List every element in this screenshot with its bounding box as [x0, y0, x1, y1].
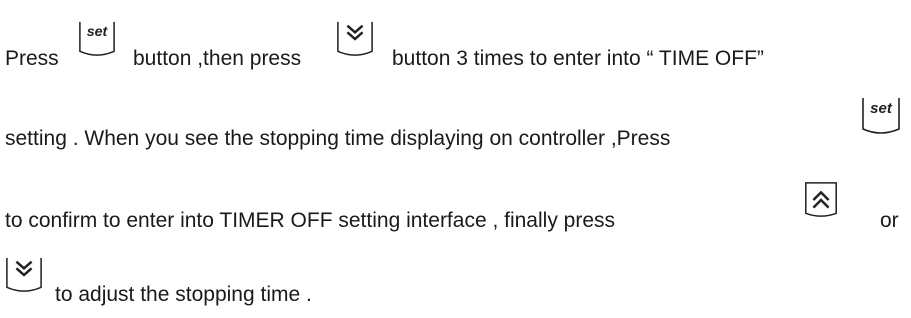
double-chevron-down-key-icon: [4, 256, 44, 294]
text-to-confirm: to confirm to enter into TIMER OFF setti…: [5, 209, 616, 232]
set-key-label: set: [870, 100, 893, 117]
set-key-icon: set: [861, 96, 901, 136]
text-press: Press: [5, 47, 59, 70]
text-button-3-times: button 3 times to enter into “ TIME OFF”: [392, 47, 764, 70]
text-setting-when: setting . When you see the stopping time…: [5, 127, 671, 150]
double-chevron-up-key-icon: [801, 181, 841, 219]
text-button-then-press: button ,then press: [133, 47, 302, 70]
set-key-icon: set: [77, 20, 117, 58]
double-chevron-down-key-icon: [335, 20, 375, 58]
set-key-label: set: [87, 24, 109, 40]
text-or: or: [880, 209, 899, 232]
text-to-adjust: to adjust the stopping time .: [55, 283, 312, 306]
